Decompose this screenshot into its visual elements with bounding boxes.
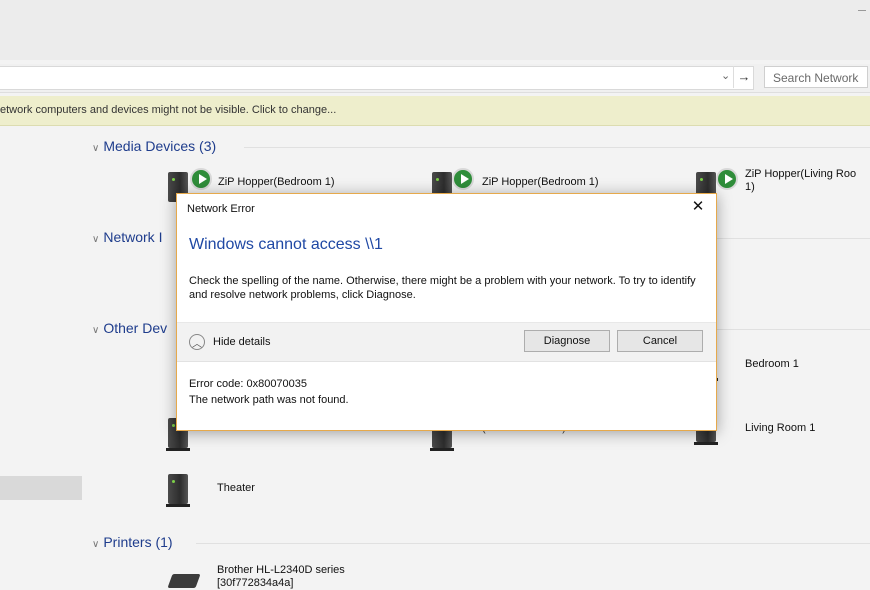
chevron-down-icon: ∨ <box>92 143 100 154</box>
dialog-button-bar: ︿ Hide details Diagnose Cancel <box>177 323 716 362</box>
play-icon <box>452 168 474 190</box>
address-bar: ⌄ → Search Network <box>0 64 870 93</box>
dialog-title: Network Error <box>187 203 255 215</box>
media-server-icon <box>166 474 190 507</box>
other-device-item[interactable]: Living Room 1 <box>694 410 870 450</box>
media-device-label-line2: 1) <box>745 181 755 193</box>
group-divider <box>244 147 870 148</box>
chevron-down-icon: ∨ <box>92 234 100 245</box>
group-divider <box>716 238 870 239</box>
group-printers[interactable]: ∨ Printers (1) <box>92 534 173 550</box>
minimize-icon[interactable] <box>858 10 866 11</box>
group-divider <box>196 543 870 544</box>
media-device-label: ZiP Hopper(Bedroom 1) <box>218 176 335 188</box>
media-device-label: ZiP Hopper(Bedroom 1) <box>482 176 599 188</box>
printer-id-label: [30f772834a4a] <box>217 577 294 589</box>
chevron-down-icon: ∨ <box>92 325 100 336</box>
cancel-button[interactable]: Cancel <box>617 330 703 352</box>
group-network-infrastructure[interactable]: ∨ Network I <box>92 229 162 245</box>
diagnose-button[interactable]: Diagnose <box>524 330 610 352</box>
printer-item[interactable]: Brother HL-L2340D series [30f772834a4a] <box>166 562 386 589</box>
chevron-up-icon: ︿ <box>189 334 205 350</box>
error-description: The network path was not found. <box>189 394 349 406</box>
dialog-heading: Windows cannot access \\1 <box>189 236 383 253</box>
media-device-label: ZiP Hopper(Living Roo <box>745 168 857 180</box>
play-icon <box>716 168 738 190</box>
chevron-down-icon[interactable]: ⌄ <box>721 69 730 82</box>
group-divider <box>716 329 870 330</box>
nav-selected-item[interactable] <box>0 476 82 500</box>
hide-details-toggle[interactable]: ︿ Hide details <box>189 332 270 352</box>
group-other-devices[interactable]: ∨ Other Dev <box>92 320 167 336</box>
device-label: Theater <box>217 482 255 494</box>
hide-details-label: Hide details <box>213 336 271 348</box>
group-media-devices[interactable]: ∨ Media Devices (3) <box>92 138 216 154</box>
other-device-item[interactable]: Bedroom 1 <box>694 346 870 386</box>
network-discovery-infobar[interactable]: etwork computers and devices might not b… <box>0 96 870 126</box>
search-input[interactable]: Search Network <box>764 66 868 88</box>
go-arrow-icon[interactable]: → <box>733 66 754 88</box>
play-icon <box>190 168 212 190</box>
printer-label: Brother HL-L2340D series <box>217 564 345 576</box>
media-device-item[interactable]: ZiP Hopper(Living Roo 1) <box>696 166 870 206</box>
chevron-down-icon: ∨ <box>92 539 100 550</box>
other-device-item[interactable]: Theater <box>166 472 368 512</box>
close-icon[interactable]: ✕ <box>690 198 706 216</box>
network-error-dialog: Network Error ✕ Windows cannot access \\… <box>176 193 717 431</box>
window-toolbar <box>0 0 870 60</box>
dialog-message: Check the spelling of the name. Otherwis… <box>189 275 696 301</box>
error-details: Error code: 0x80070035 The network path … <box>189 376 349 408</box>
device-label: Living Room 1 <box>745 422 816 434</box>
address-field[interactable] <box>0 66 754 90</box>
device-label: Bedroom 1 <box>745 358 799 370</box>
error-code: Error code: 0x80070035 <box>189 378 308 390</box>
